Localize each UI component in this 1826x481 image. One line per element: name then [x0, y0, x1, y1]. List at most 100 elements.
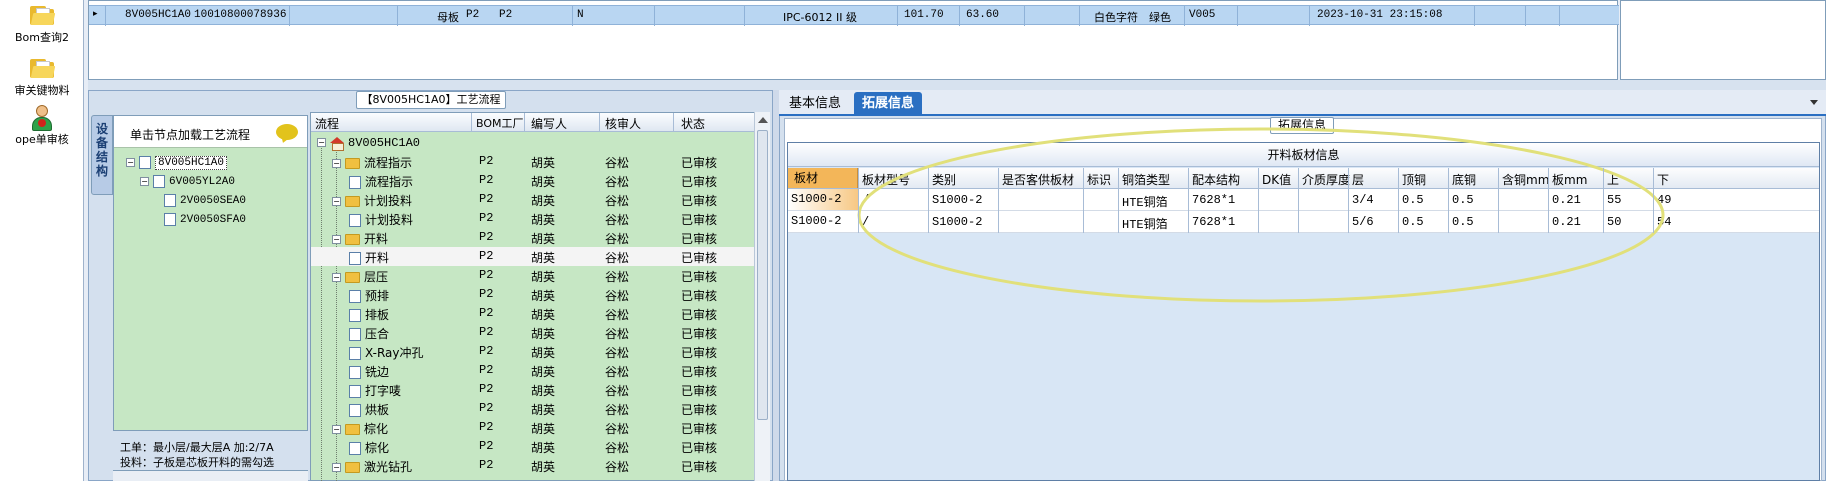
- collapse-toggle-icon[interactable]: −: [332, 235, 341, 244]
- launcher-item-key-material[interactable]: 审关键物料: [0, 59, 84, 98]
- bottom-tab-strip[interactable]: [113, 470, 308, 481]
- reviewer-cell: 谷松: [605, 308, 630, 322]
- tab-extended-info[interactable]: 拓展信息: [854, 92, 923, 116]
- status-text: 工单：最小层/最大层A 加:2/7A 投料：子板是芯板开料的需勾选: [120, 440, 312, 470]
- table-row[interactable]: 铣边 P2 胡英 谷松 已审核: [311, 361, 755, 380]
- table-row[interactable]: 计划投料 P2 胡英 谷松 已审核: [311, 209, 755, 228]
- column-header-reviewer[interactable]: 核审人: [605, 115, 641, 132]
- collapse-toggle-icon[interactable]: −: [140, 176, 149, 186]
- process-name-cell: 压合: [347, 325, 389, 342]
- process-name-label: 烘板: [365, 403, 390, 417]
- table-row[interactable]: − 层压 P2 胡英 谷松 已审核: [311, 266, 755, 285]
- process-grid-scrollbar[interactable]: [754, 112, 770, 481]
- tree-node-leaf[interactable]: 2V0050SFA0: [154, 211, 246, 227]
- process-name-cell: 排板: [347, 306, 389, 323]
- process-name-label: 流程指示: [364, 156, 413, 170]
- chevron-down-icon[interactable]: [1810, 100, 1818, 105]
- launcher-label: 审关键物料: [14, 84, 70, 97]
- table-row[interactable]: 打字唛 P2 胡英 谷松 已审核: [311, 380, 755, 399]
- table-row[interactable]: − 8V005HC1A0: [311, 133, 755, 152]
- collapse-toggle-icon[interactable]: −: [317, 138, 326, 147]
- column-separator: [1188, 168, 1189, 233]
- tree-hint-text: 单击节点加载工艺流程: [130, 128, 251, 142]
- status-cell: 已审核: [681, 346, 718, 360]
- column-separator: [1118, 168, 1119, 233]
- collapse-toggle-icon[interactable]: −: [332, 197, 341, 206]
- launcher-item-review[interactable]: ope单审核: [0, 104, 84, 153]
- top-cell-factory: P2: [466, 9, 480, 21]
- document-icon: [139, 155, 151, 169]
- launcher-item-bom-query[interactable]: Bom查询2: [0, 6, 84, 45]
- process-name-cell: 预排: [347, 287, 389, 304]
- table-row[interactable]: 排板 P2 胡英 谷松 已审核: [311, 304, 755, 323]
- column-header-writer[interactable]: 编写人: [531, 115, 567, 132]
- process-name-label: 打字唛: [365, 384, 402, 398]
- table-row[interactable]: ▸ 8V005HC1A0 10010800078936 母板 P2 P2 N I…: [89, 5, 1619, 26]
- status-cell: 已审核: [681, 441, 718, 455]
- process-name-cell: 棕化: [347, 439, 389, 456]
- folder-icon: [345, 272, 360, 283]
- tree-node-leaf[interactable]: 2V0050SEA0: [154, 192, 246, 208]
- status-cell: 已审核: [681, 365, 718, 379]
- process-name-cell: − 激光钻孔: [332, 458, 412, 475]
- top-cell-mask-color: 绿色: [1149, 11, 1171, 24]
- process-name-label: 计划投料: [364, 194, 413, 208]
- folder-icon: [345, 158, 360, 169]
- writer-cell: 胡英: [531, 251, 556, 265]
- collapse-toggle-icon[interactable]: −: [332, 425, 341, 434]
- process-name-label: 排板: [365, 308, 390, 322]
- column-header-flow[interactable]: 流程: [315, 115, 339, 132]
- folder-icon: [29, 6, 56, 26]
- top-cell-width: 101.70: [904, 9, 944, 21]
- vertical-tab-structure[interactable]: 设备结构: [91, 115, 113, 195]
- writer-cell: 胡英: [531, 422, 556, 436]
- writer-cell: 胡英: [531, 365, 556, 379]
- tree-node-sub[interactable]: − 6V005YL2A0: [140, 173, 235, 189]
- writer-cell: 胡英: [531, 327, 556, 341]
- reviewer-cell: 谷松: [605, 213, 630, 227]
- table-row[interactable]: − 计划投料 P2 胡英 谷松 已审核: [311, 190, 755, 209]
- tree-node-root[interactable]: − 8V005HC1A0: [126, 154, 228, 170]
- horizontal-splitter[interactable]: [88, 80, 1826, 90]
- collapse-toggle-icon[interactable]: −: [126, 157, 135, 167]
- table-row[interactable]: X-Ray冲孔 P2 胡英 谷松 已审核: [311, 342, 755, 361]
- collapse-toggle-icon[interactable]: −: [332, 159, 341, 168]
- factory-cell: P2: [479, 401, 494, 415]
- scrollbar-thumb[interactable]: [757, 130, 768, 420]
- table-row[interactable]: 压合 P2 胡英 谷松 已审核: [311, 323, 755, 342]
- collapse-toggle-icon[interactable]: −: [332, 273, 341, 282]
- table-row[interactable]: 烘板 P2 胡英 谷松 已审核: [311, 399, 755, 418]
- factory-cell: P2: [479, 211, 494, 225]
- table-row[interactable]: 预排 P2 胡英 谷松 已审核: [311, 285, 755, 304]
- status-cell: 已审核: [681, 289, 718, 303]
- table-row[interactable]: 流程指示 P2 胡英 谷松 已审核: [311, 171, 755, 190]
- table-row[interactable]: − 棕化 P2 胡英 谷松 已审核: [311, 418, 755, 437]
- column-header-status[interactable]: 状态: [681, 115, 705, 132]
- document-icon: [349, 176, 361, 189]
- table-row[interactable]: − 开料 P2 胡英 谷松 已审核: [311, 228, 755, 247]
- scroll-up-arrow-icon[interactable]: [758, 117, 768, 123]
- process-name-cell: − 计划投料: [332, 192, 412, 209]
- table-row[interactable]: 开料 P2 胡英 谷松 已审核: [311, 247, 755, 266]
- factory-cell: P2: [479, 382, 494, 396]
- status-cell: 已审核: [681, 251, 718, 265]
- column-header-factory[interactable]: BOM工厂: [476, 115, 524, 131]
- factory-cell: P2: [479, 249, 494, 263]
- status-cell: 已审核: [681, 422, 718, 436]
- status-cell: 已审核: [681, 384, 718, 398]
- table-row[interactable]: 棕化 P2 胡英 谷松 已审核: [311, 437, 755, 456]
- table-row[interactable]: − 流程指示 P2 胡英 谷松 已审核: [311, 152, 755, 171]
- document-icon: [349, 328, 361, 341]
- factory-cell: P2: [479, 325, 494, 339]
- document-icon: [349, 385, 361, 398]
- folder-icon: [345, 462, 360, 473]
- collapse-toggle-icon[interactable]: −: [332, 463, 341, 472]
- material-column-header[interactable]: 板材: [788, 168, 858, 188]
- top-cell-char-color: 白色字符: [1094, 11, 1138, 24]
- process-grid: 流程 BOM工厂 编写人 核审人 状态 −8V005HC1A0− 流程指示 P2 胡英…: [310, 112, 770, 481]
- table-row[interactable]: − 激光钻孔 P2 胡英 谷松 已审核: [311, 456, 755, 475]
- top-cell-flag: N: [577, 9, 584, 21]
- top-right-panel: [1620, 0, 1826, 80]
- tab-basic-info[interactable]: 基本信息: [781, 92, 849, 116]
- document-icon: [153, 174, 165, 188]
